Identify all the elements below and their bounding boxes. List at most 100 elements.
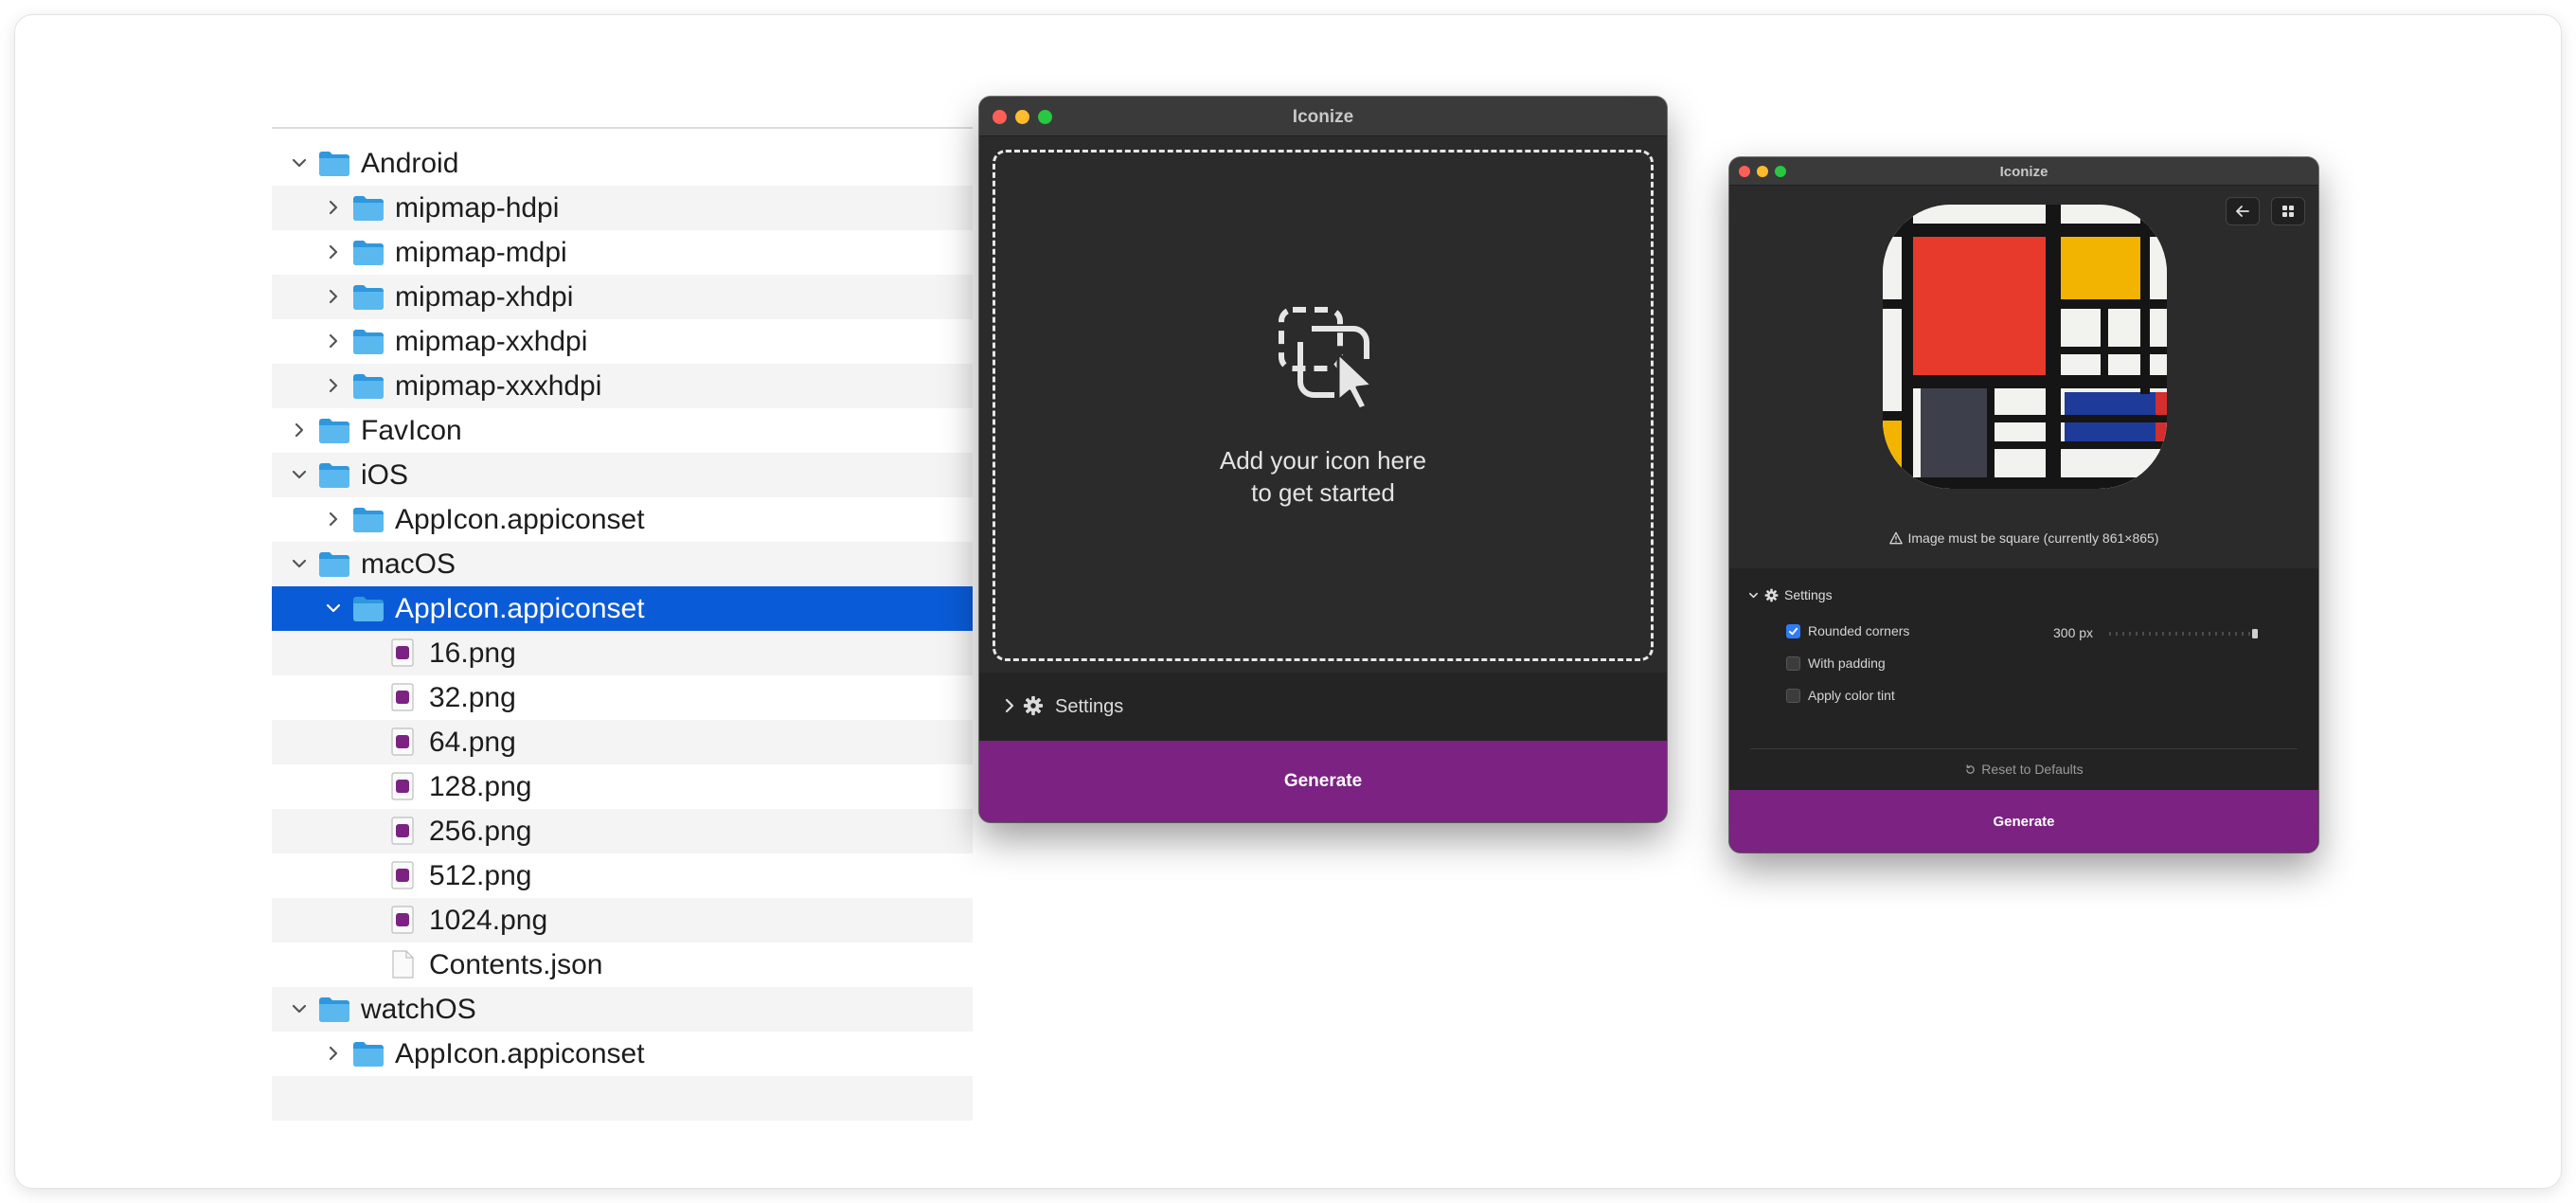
chevron-right-icon <box>1005 698 1014 713</box>
item-name: AppIcon.appiconset <box>395 593 645 624</box>
finder-divider <box>272 127 973 129</box>
back-button[interactable] <box>2226 197 2260 225</box>
corner-radius-value: 300 px <box>2053 625 2094 640</box>
rounded-corners-checkbox[interactable] <box>1786 623 1800 638</box>
iconize-window-empty: Iconize Add your icon here to get starte… <box>979 97 1667 822</box>
png-file-icon <box>385 683 420 711</box>
folder-row[interactable]: AppIcon.appiconset <box>272 586 973 631</box>
mondrian-artwork <box>1883 205 2167 489</box>
drop-cursor-icon <box>1276 304 1382 411</box>
item-name: 1024.png <box>429 905 548 936</box>
settings-label: Settings <box>1055 696 1124 717</box>
item-name: 512.png <box>429 860 532 891</box>
folder-icon <box>351 238 385 266</box>
empty-row <box>272 1076 973 1121</box>
item-name: 128.png <box>429 771 532 802</box>
file-row[interactable]: 64.png <box>272 720 973 764</box>
folder-icon <box>351 193 385 222</box>
file-row[interactable]: 512.png <box>272 853 973 898</box>
gear-icon <box>1764 588 1779 602</box>
folder-row[interactable]: AppIcon.appiconset <box>272 1032 973 1076</box>
with-padding-label: With padding <box>1808 655 1886 671</box>
folder-row[interactable]: mipmap-xhdpi <box>272 275 973 319</box>
square-warning: Image must be square (currently 861×865) <box>1729 530 2318 546</box>
drop-hint-line1: Add your icon here <box>1219 446 1427 475</box>
apply-color-tint-label: Apply color tint <box>1808 688 1895 703</box>
folder-row[interactable]: macOS <box>272 542 973 586</box>
folder-icon <box>351 371 385 400</box>
chevron-right-icon[interactable] <box>323 242 344 262</box>
chevron-down-icon[interactable] <box>289 464 310 485</box>
chevron-down-icon[interactable] <box>289 553 310 574</box>
chevron-down-icon <box>1749 592 1758 598</box>
settings-disclosure[interactable]: Settings <box>1748 587 1833 602</box>
generate-button[interactable]: Generate <box>979 741 1667 822</box>
chevron-right-icon[interactable] <box>323 197 344 218</box>
file-row[interactable]: Contents.json <box>272 943 973 987</box>
drop-hint-line2: to get started <box>1251 478 1395 507</box>
arrow-left-icon <box>2236 206 2249 217</box>
icon-drop-zone[interactable]: Add your icon here to get started <box>993 150 1654 661</box>
chevron-down-icon[interactable] <box>289 153 310 173</box>
folder-icon <box>351 1039 385 1068</box>
folder-icon <box>317 995 351 1023</box>
corner-radius-slider[interactable] <box>2108 629 2260 638</box>
file-row[interactable]: 256.png <box>272 809 973 853</box>
folder-row[interactable]: mipmap-mdpi <box>272 230 973 275</box>
settings-disclosure[interactable]: Settings <box>979 673 1667 741</box>
file-row[interactable]: 128.png <box>272 764 973 809</box>
drop-hint: Add your icon here to get started <box>995 444 1651 509</box>
chevron-right-icon[interactable] <box>323 509 344 530</box>
chevron-right-icon[interactable] <box>323 286 344 307</box>
finder-rows: Android mipmap-hdpi mipmap-mdpi mipmap-xhdp… <box>272 141 973 1121</box>
with-padding-checkbox[interactable] <box>1786 655 1800 671</box>
item-name: 64.png <box>429 727 516 758</box>
window-title: Iconize <box>1999 164 2048 180</box>
iconize-window-loaded: Iconize Image must be square (currently … <box>1729 157 2318 853</box>
reset-defaults-button[interactable]: Reset to Defaults <box>1729 762 2318 777</box>
rounded-corners-option[interactable]: Rounded corners <box>1786 623 1909 638</box>
folder-icon <box>351 327 385 355</box>
item-name: iOS <box>361 459 409 491</box>
reset-label: Reset to Defaults <box>1981 762 2084 777</box>
folder-icon <box>351 282 385 311</box>
file-row[interactable]: 16.png <box>272 631 973 675</box>
chevron-down-icon[interactable] <box>289 998 310 1019</box>
file-row[interactable]: 32.png <box>272 675 973 720</box>
folder-row[interactable]: iOS <box>272 453 973 497</box>
warning-icon <box>1888 531 1903 545</box>
png-file-icon <box>385 817 420 845</box>
rounded-corners-label: Rounded corners <box>1808 623 1910 638</box>
chevron-down-icon[interactable] <box>323 598 344 619</box>
item-name: 32.png <box>429 682 516 713</box>
titlebar: Iconize <box>1729 157 2318 186</box>
chevron-right-icon[interactable] <box>323 331 344 351</box>
folder-row[interactable]: AppIcon.appiconset <box>272 497 973 542</box>
item-name: mipmap-xxhdpi <box>395 326 588 357</box>
item-name: AppIcon.appiconset <box>395 504 645 535</box>
chevron-right-icon[interactable] <box>289 420 310 440</box>
item-name: macOS <box>361 548 456 580</box>
apply-color-tint-checkbox[interactable] <box>1786 688 1800 703</box>
item-name: mipmap-mdpi <box>395 237 567 268</box>
file-row[interactable]: 1024.png <box>272 898 973 943</box>
folder-row[interactable]: mipmap-xxhdpi <box>272 319 973 364</box>
folder-row[interactable]: FavIcon <box>272 408 973 453</box>
folder-icon <box>317 460 351 489</box>
chevron-right-icon[interactable] <box>323 375 344 396</box>
folder-row[interactable]: watchOS <box>272 987 973 1032</box>
folder-icon <box>317 416 351 444</box>
folder-row[interactable]: mipmap-xxxhdpi <box>272 364 973 408</box>
grid-icon <box>2282 206 2294 217</box>
item-name: FavIcon <box>361 415 462 446</box>
folder-row[interactable]: Android <box>272 141 973 186</box>
chevron-right-icon[interactable] <box>323 1043 344 1064</box>
slider-thumb[interactable] <box>2252 629 2258 638</box>
grid-view-button[interactable] <box>2271 197 2305 225</box>
reset-icon <box>1966 764 1976 774</box>
folder-row[interactable]: mipmap-hdpi <box>272 186 973 230</box>
apply-color-tint-option[interactable]: Apply color tint <box>1786 688 1895 703</box>
with-padding-option[interactable]: With padding <box>1786 655 1886 671</box>
settings-divider <box>1750 748 2298 749</box>
generate-button[interactable]: Generate <box>1729 790 2318 853</box>
